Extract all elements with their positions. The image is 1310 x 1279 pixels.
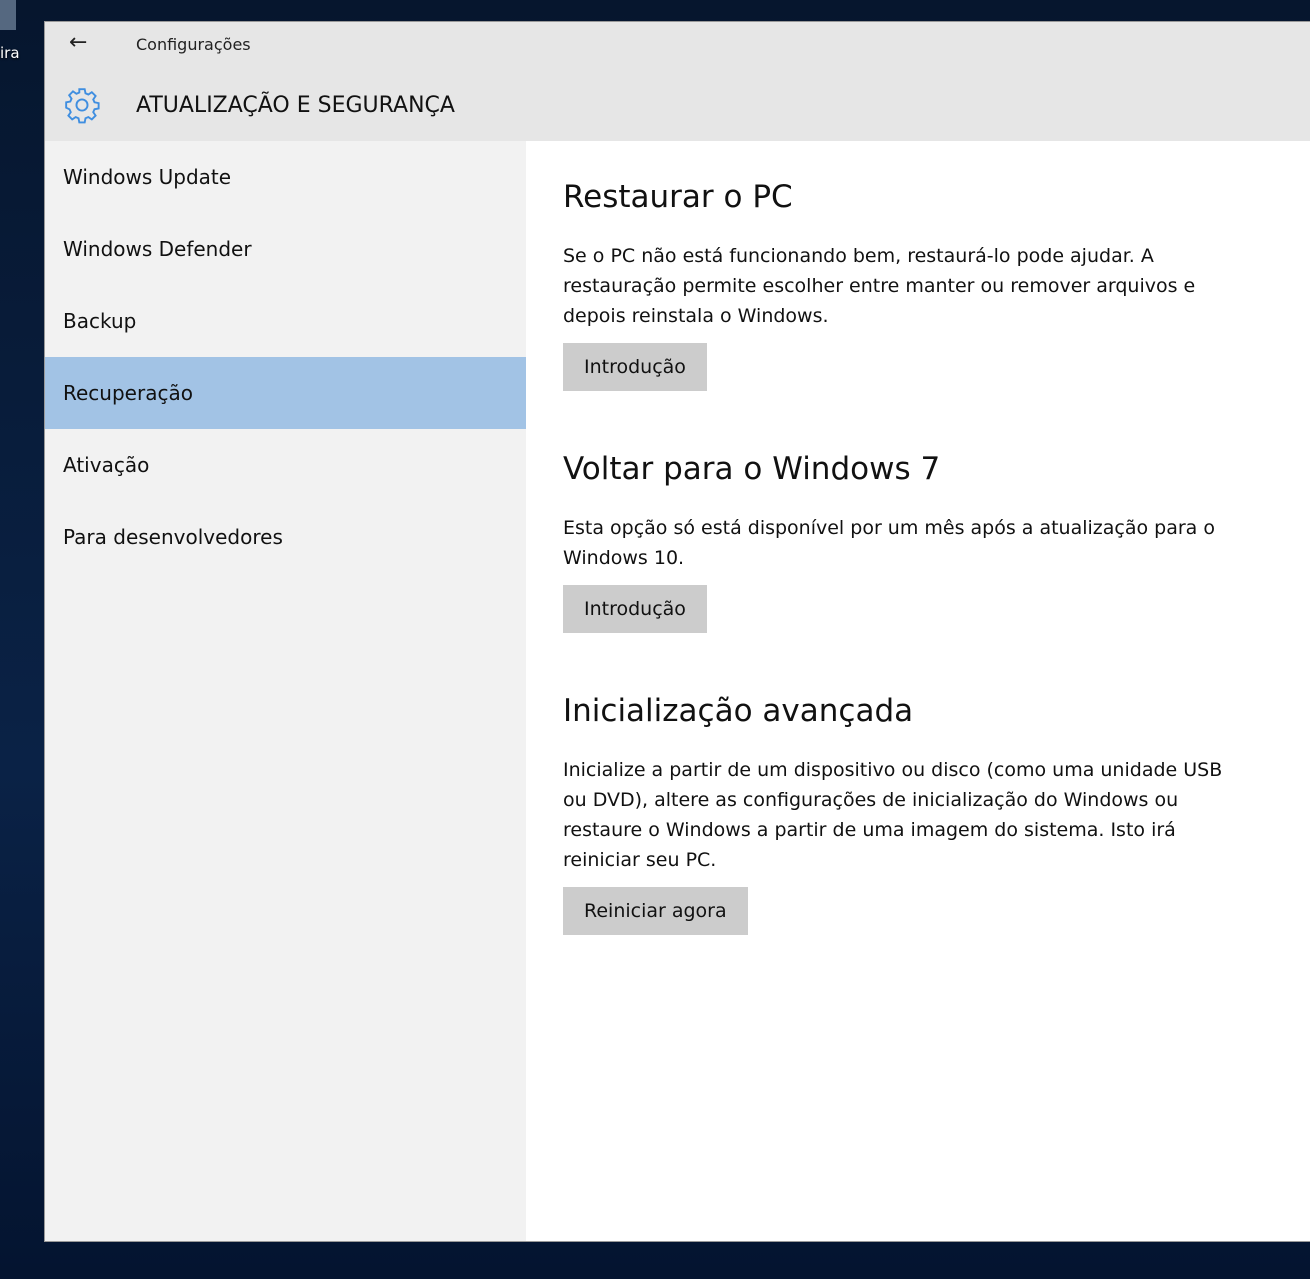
section-description: Esta opção só está disponível por um mês… [563,517,1215,569]
restaurar-introducao-button[interactable]: Introdução [563,343,707,391]
desktop-icon-label[interactable]: ira [0,44,20,62]
section-description: Inicialize a partir de um dispositivo ou… [563,759,1223,871]
sidebar: Windows Update Windows Defender Backup R… [45,141,526,1241]
section-heading: Restaurar o PC [563,179,793,215]
main-content: Restaurar o PC Se o PC não está funciona… [563,141,1310,935]
reiniciar-agora-button[interactable]: Reiniciar agora [563,887,748,935]
section-title: ATUALIZAÇÃO E SEGURANÇA [136,93,455,118]
settings-window: ← Configurações ATUALIZAÇÃO E SEGURANÇA … [45,22,1310,1241]
back-arrow-icon[interactable]: ← [69,30,87,55]
section-inicializacao-avancada: Inicialização avançada Inicialize a part… [563,693,1310,935]
section-restaurar: Restaurar o PC Se o PC não está funciona… [563,179,1310,391]
section-heading: Inicialização avançada [563,693,914,729]
section-heading: Voltar para o Windows 7 [563,451,941,487]
section-voltar-windows7: Voltar para o Windows 7 Esta opção só es… [563,451,1310,633]
sidebar-item-recuperacao[interactable]: Recuperação [45,357,526,429]
voltar-introducao-button[interactable]: Introdução [563,585,707,633]
section-description: Se o PC não está funcionando bem, restau… [563,245,1196,327]
header: ← Configurações ATUALIZAÇÃO E SEGURANÇA [45,22,1310,141]
sidebar-item-windows-defender[interactable]: Windows Defender [45,213,526,285]
sidebar-item-ativacao[interactable]: Ativação [45,429,526,501]
sidebar-item-windows-update[interactable]: Windows Update [45,141,526,213]
sidebar-item-para-desenvolvedores[interactable]: Para desenvolvedores [45,501,526,573]
desktop-icon[interactable] [0,0,16,30]
sidebar-item-backup[interactable]: Backup [45,285,526,357]
app-title: Configurações [136,35,251,54]
gear-icon [65,88,100,124]
